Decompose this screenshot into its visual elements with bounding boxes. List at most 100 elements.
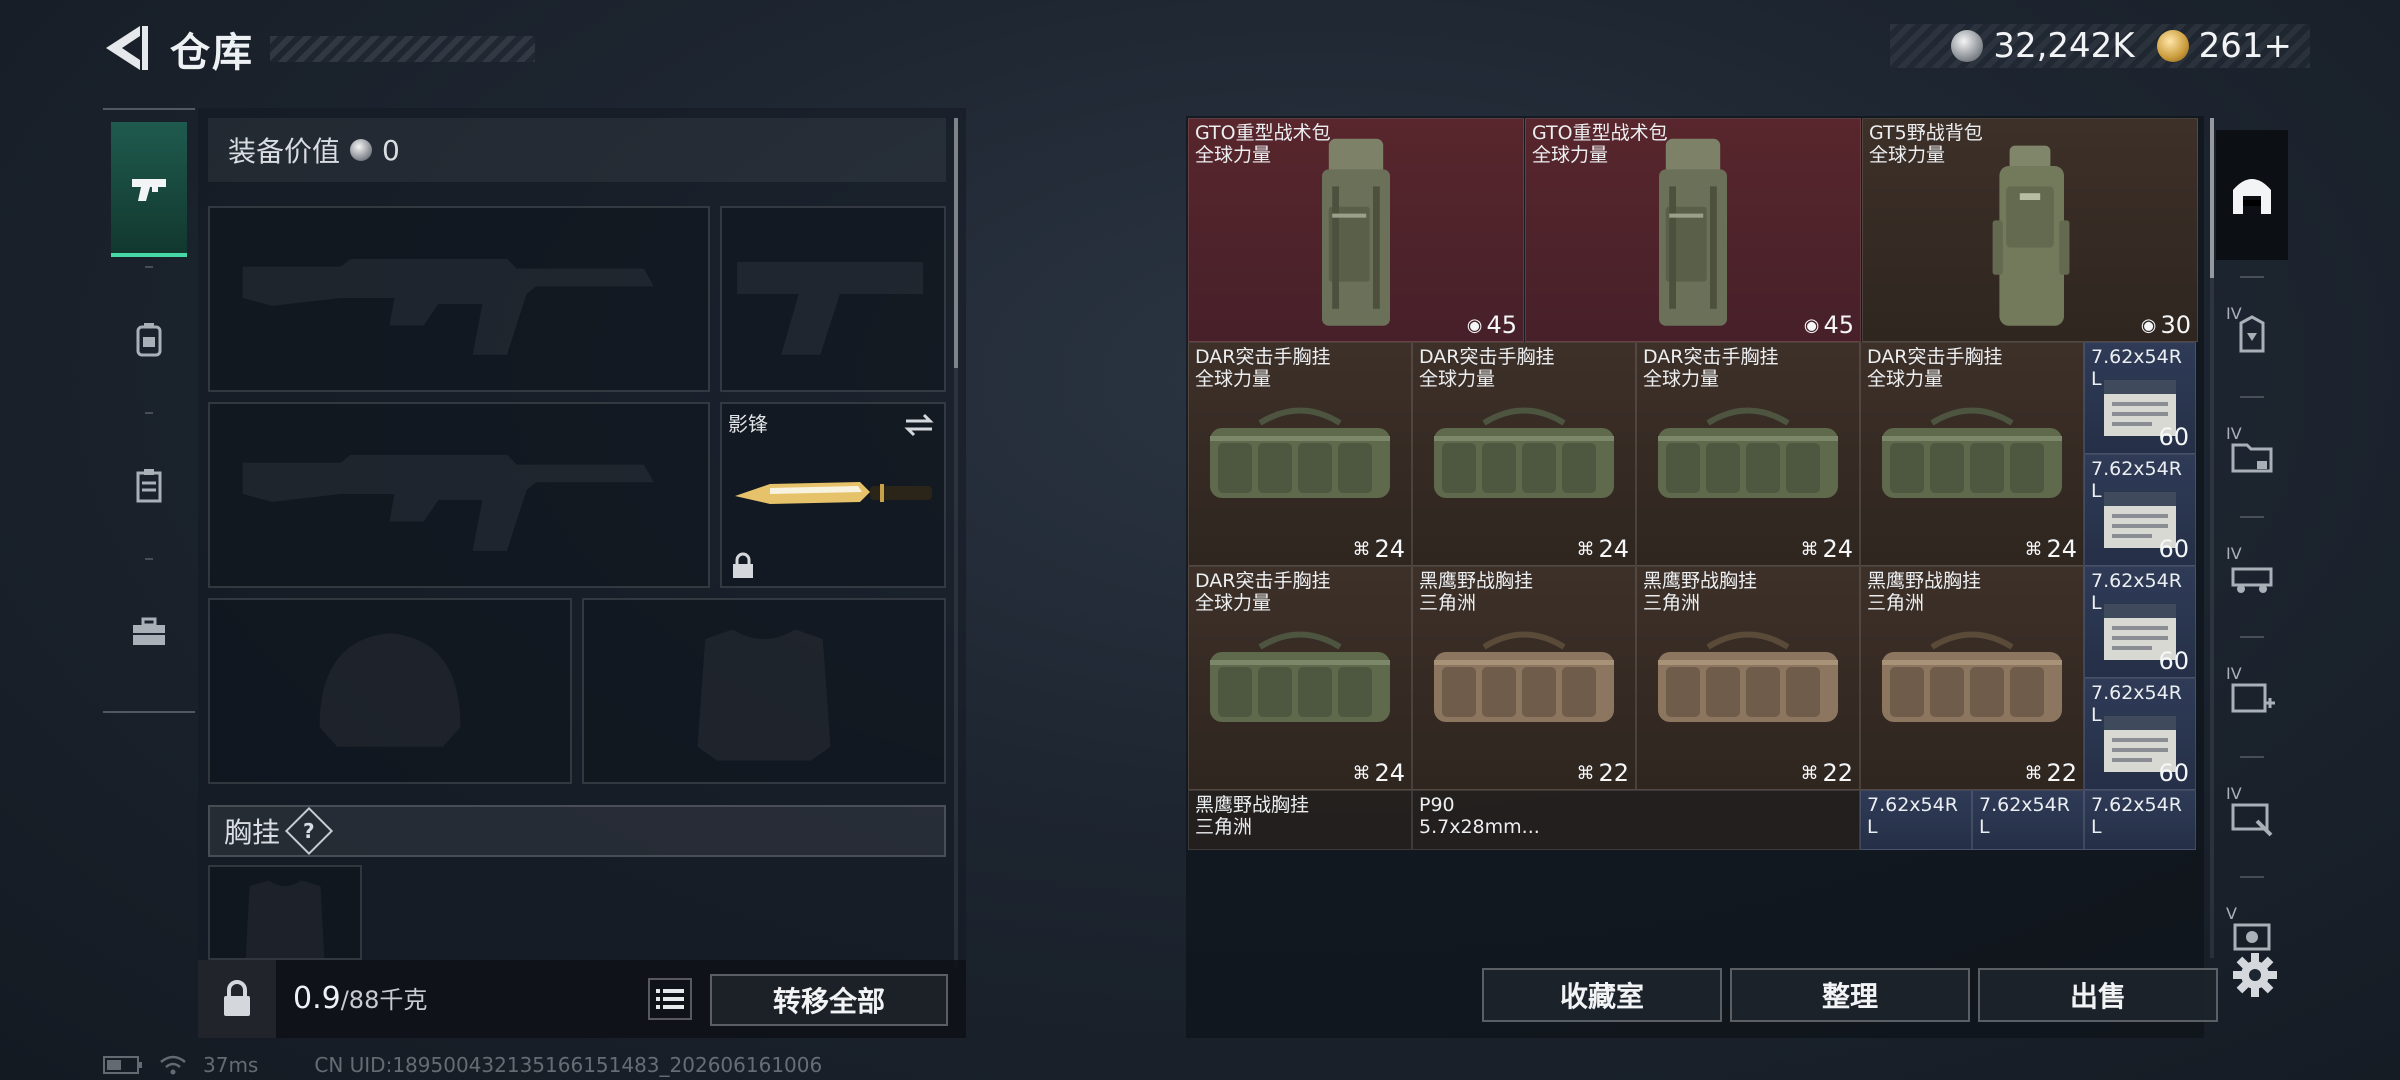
storage-item-ammo[interactable]: 7.62x54R L 60 xyxy=(2084,342,2196,454)
filter-button-5[interactable]: IV xyxy=(2216,766,2288,866)
item-subtitle: 三角洲 xyxy=(1867,592,1925,614)
storage-grid: GTO重型战术包 全球力量 ◉ 45 GTO重型战术包 全球力量 ◉ 45 GT5野战背包 全球力… xyxy=(1188,118,2204,960)
storage-item-rig-green[interactable]: DAR突击手胸挂 全球力量 ⌘ 24 xyxy=(1412,342,1636,566)
filter-button-3[interactable]: IV xyxy=(2216,526,2288,626)
body-armor-slot[interactable] xyxy=(582,598,946,784)
gold-currency[interactable]: 261+ xyxy=(2156,26,2292,66)
storage-item-rig-tan[interactable]: 黑鹰野战胸挂 三角洲 xyxy=(1188,790,1412,850)
equipment-value-bar: 装备价值 0 xyxy=(208,118,946,182)
tab-armor[interactable] xyxy=(111,272,187,407)
item-subtitle: 全球力量 xyxy=(1643,368,1720,390)
back-arrow-icon[interactable] xyxy=(100,22,150,74)
storage-item-backpack-tall[interactable]: GTO重型战术包 全球力量 ◉ 45 xyxy=(1188,118,1524,342)
item-title: DAR突击手胸挂 xyxy=(1643,346,1779,368)
help-icon[interactable]: ? xyxy=(284,806,334,856)
list-view-button[interactable] xyxy=(648,978,692,1020)
silver-coin-icon xyxy=(350,139,373,161)
ping-readout: 37ms xyxy=(203,1053,259,1077)
transfer-all-button[interactable]: 转移全部 xyxy=(710,974,948,1026)
storage-item-ammo[interactable]: 7.62x54R L 60 xyxy=(2084,678,2196,790)
helmet-slot[interactable] xyxy=(208,598,572,784)
storage-item-ammo[interactable]: 7.62x54R L xyxy=(1860,790,1972,850)
sell-button[interactable]: 出售 xyxy=(1978,968,2218,1022)
storage-item-backpack-frame[interactable]: GT5野战背包 全球力量 ◉ 30 xyxy=(1862,118,2198,342)
sidearm-slot[interactable] xyxy=(720,206,946,392)
helmet-silhouette-icon xyxy=(319,633,461,747)
storage-panel: GTO重型战术包 全球力量 ◉ 45 GTO重型战术包 全球力量 ◉ 45 GT5野战背包 全球力… xyxy=(1186,116,2218,1038)
top-bar: 仓库 32,242K 261+ xyxy=(0,0,2400,100)
item-subtitle: L xyxy=(2091,368,2102,390)
melee-slot[interactable]: 影锋 xyxy=(720,402,946,588)
storage-item-ammo[interactable]: 7.62x54R L xyxy=(2084,790,2196,850)
tab-tools[interactable] xyxy=(111,564,187,699)
storage-item-rig-green[interactable]: DAR突击手胸挂 全球力量 ⌘ 24 xyxy=(1860,342,2084,566)
item-subtitle: L xyxy=(2091,816,2102,838)
backpack-capacity-icon: ◉ xyxy=(2140,314,2157,336)
storage-item-rig-tan[interactable]: 黑鹰野战胸挂 三角洲 ⌘ 22 xyxy=(1860,566,2084,790)
item-subtitle: 5.7x28mm... xyxy=(1419,816,1540,838)
silver-coin-icon xyxy=(1951,30,1984,62)
item-subtitle: 三角洲 xyxy=(1419,592,1477,614)
rig-green-icon xyxy=(1658,407,1838,499)
tier-badge: IV xyxy=(2226,304,2242,323)
battery-icon xyxy=(103,1056,142,1074)
item-title: 7.62x54R xyxy=(2091,794,2182,816)
filter-button-1[interactable]: IV xyxy=(2216,286,2288,386)
item-name: 黑鹰野战胸挂 三角洲 xyxy=(1195,794,1309,838)
user-uid: CN UID:18950043213516615148​3_2026061610… xyxy=(314,1053,823,1077)
item-title: 7.62x54R xyxy=(2091,682,2182,704)
rig-green-icon xyxy=(1882,407,2062,499)
secondary-weapon-slot[interactable] xyxy=(208,402,710,588)
gold-amount: 261+ xyxy=(2198,26,2292,66)
storage-item-rig-green[interactable]: DAR突击手胸挂 全球力量 ⌘ 24 xyxy=(1636,342,1860,566)
chest-rig-slot[interactable] xyxy=(208,865,362,960)
storage-item-rig-tan[interactable]: 黑鹰野战胸挂 三角洲 ⌘ 22 xyxy=(1636,566,1860,790)
category-tabs xyxy=(103,108,195,713)
item-subtitle: 三角洲 xyxy=(1643,592,1701,614)
filter-button-0[interactable] xyxy=(2216,130,2288,260)
item-name: P90 5.7x28mm... xyxy=(1419,794,1540,838)
storage-item-ammo[interactable]: 7.62x54R L xyxy=(1972,790,2084,850)
filter-button-4[interactable]: IV xyxy=(2216,646,2288,746)
item-title: 7.62x54R xyxy=(2091,570,2182,592)
item-title: DAR突击手胸挂 xyxy=(1195,570,1331,592)
rig-capacity-icon: ⌘ xyxy=(1352,538,1371,560)
storage-item-ammo[interactable]: 7.62x54R L 60 xyxy=(2084,566,2196,678)
item-count: ⌘ 22 xyxy=(1576,759,1629,787)
item-name: 7.62x54R L xyxy=(1867,794,1958,838)
rifle-silhouette-icon xyxy=(242,454,654,551)
primary-weapon-slot[interactable] xyxy=(208,206,710,392)
swap-icon[interactable] xyxy=(902,410,936,440)
case-icon xyxy=(136,468,162,502)
tab-containers[interactable] xyxy=(111,418,187,553)
rig-green-icon xyxy=(1210,631,1390,723)
item-count: ⌘ 24 xyxy=(1576,535,1629,563)
item-count: ◉ 45 xyxy=(1803,311,1854,339)
backpack-icon xyxy=(136,322,162,356)
tab-weapons[interactable] xyxy=(111,122,187,257)
filter-button-2[interactable]: IV xyxy=(2216,406,2288,506)
settings-gear-icon[interactable] xyxy=(2232,952,2278,998)
tier-badge: IV xyxy=(2226,784,2242,803)
storage-item-rig-green[interactable]: DAR突击手胸挂 全球力量 ⌘ 24 xyxy=(1188,566,1412,790)
storage-item-backpack-tall[interactable]: GTO重型战术包 全球力量 ◉ 45 xyxy=(1525,118,1861,342)
backpack-lock-button[interactable] xyxy=(198,960,276,1038)
item-name: DAR突击手胸挂 全球力量 xyxy=(1195,570,1331,614)
page-title: 仓库 xyxy=(170,30,254,76)
item-title: GTO重型战术包 xyxy=(1532,122,1668,144)
item-count: 60 xyxy=(2158,759,2189,787)
rig-green-icon xyxy=(1210,407,1390,499)
equipment-scrollbar[interactable] xyxy=(954,118,958,968)
item-subtitle: 全球力量 xyxy=(1195,144,1272,166)
item-title: DAR突击手胸挂 xyxy=(1867,346,2003,368)
backpack-capacity-icon: ◉ xyxy=(1803,314,1820,336)
storage-item-ammo-p90[interactable]: P90 5.7x28mm... xyxy=(1412,790,1860,850)
sort-button[interactable]: 整理 xyxy=(1730,968,1970,1022)
vault-button[interactable]: 收藏室 xyxy=(1482,968,1722,1022)
storage-item-rig-green[interactable]: DAR突击手胸挂 全球力量 ⌘ 24 xyxy=(1188,342,1412,566)
silver-currency[interactable]: 32,242K xyxy=(1951,26,2135,66)
storage-item-rig-tan[interactable]: 黑鹰野战胸挂 三角洲 ⌘ 22 xyxy=(1412,566,1636,790)
item-subtitle: 三角洲 xyxy=(1195,816,1253,838)
storage-item-ammo[interactable]: 7.62x54R L 60 xyxy=(2084,454,2196,566)
item-subtitle: 全球力量 xyxy=(1532,144,1609,166)
